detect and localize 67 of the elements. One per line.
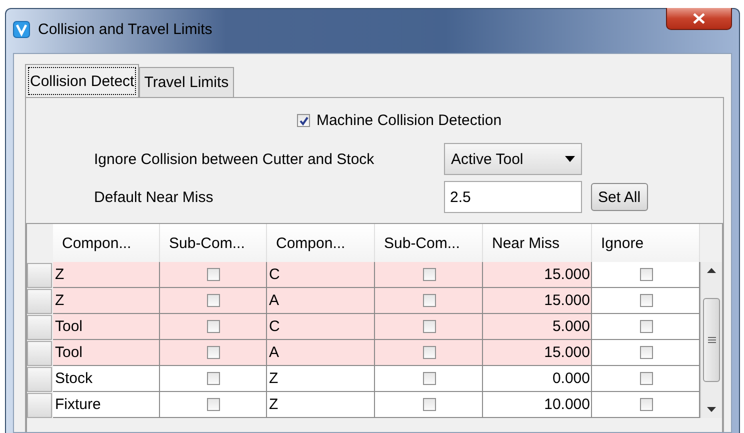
checkbox[interactable] — [207, 268, 220, 281]
field-label: Ignore Collision between Cutter and Stock — [94, 150, 376, 168]
column-header[interactable]: Sub-Com... — [160, 224, 267, 262]
close-icon — [693, 13, 705, 24]
caret-icon — [565, 156, 575, 162]
checkbox[interactable] — [640, 346, 652, 359]
checkbox[interactable] — [422, 294, 436, 307]
set-all-button[interactable]: Set All — [591, 183, 648, 211]
tab[interactable]: Collision Detect — [25, 64, 140, 98]
table-cell: 5.000 — [483, 314, 592, 340]
row-header[interactable] — [27, 341, 52, 366]
column-header[interactable]: Compon... — [53, 224, 160, 262]
checkbox[interactable] — [422, 398, 436, 411]
table-cell: C — [267, 262, 375, 288]
scroll-down-icon[interactable] — [707, 407, 716, 412]
checkbox[interactable] — [422, 346, 436, 359]
checkbox[interactable] — [297, 114, 310, 127]
column-header[interactable]: Compon... — [267, 224, 375, 262]
table-cell: 0.000 — [483, 366, 592, 392]
checkbox[interactable] — [207, 372, 220, 385]
table-cell: 15.000 — [483, 340, 592, 366]
checkbox[interactable] — [207, 320, 220, 333]
checkbox[interactable] — [207, 398, 220, 411]
checkbox[interactable] — [640, 398, 652, 411]
table-cell: Z — [267, 392, 375, 418]
checkbox[interactable] — [422, 372, 436, 385]
checkbox[interactable] — [422, 268, 436, 281]
row-header[interactable] — [27, 393, 52, 418]
checkbox[interactable] — [640, 294, 652, 307]
column-header[interactable]: Sub-Com... — [375, 224, 483, 262]
app-logo-icon — [13, 21, 30, 38]
grip-icon — [708, 337, 716, 343]
checkbox[interactable] — [640, 372, 652, 385]
table-cell: Tool — [53, 314, 160, 340]
row-header[interactable] — [27, 289, 52, 314]
table-cell: C — [267, 314, 375, 340]
scroll-thumb[interactable] — [703, 298, 720, 382]
row-header[interactable] — [27, 263, 52, 288]
column-header[interactable]: Near Miss — [483, 224, 592, 262]
checkbox-label: Machine Collision Detection — [316, 112, 502, 129]
checkbox[interactable] — [422, 320, 436, 333]
table-cell: 10.000 — [483, 392, 592, 418]
table-cell: A — [267, 288, 375, 314]
table-cell: Z — [53, 262, 160, 288]
table-cell: Tool — [53, 340, 160, 366]
checkbox[interactable] — [207, 294, 220, 307]
dropdown[interactable]: Active Tool — [444, 143, 582, 175]
window-title: Collision and Travel Limits — [38, 21, 214, 38]
table-cell: Z — [267, 366, 375, 392]
table-cell: 15.000 — [483, 262, 592, 288]
checkbox[interactable] — [640, 320, 652, 333]
tab[interactable]: Travel Limits — [139, 67, 234, 98]
scrollbar[interactable] — [700, 262, 722, 418]
field-label: Default Near Miss — [94, 188, 214, 206]
row-header[interactable] — [27, 315, 52, 340]
scroll-up-icon[interactable] — [707, 268, 716, 273]
column-header[interactable]: Ignore — [592, 224, 700, 262]
close-button[interactable] — [666, 8, 732, 30]
table-cell: Stock — [53, 366, 160, 392]
checkbox[interactable] — [640, 268, 652, 281]
checkbox[interactable] — [207, 346, 220, 359]
row-header[interactable] — [27, 367, 52, 392]
table-cell: 15.000 — [483, 288, 592, 314]
table-cell: Z — [53, 288, 160, 314]
table-cell: Fixture — [53, 392, 160, 418]
table-cell: A — [267, 340, 375, 366]
input-field[interactable]: 2.5 — [444, 181, 582, 213]
